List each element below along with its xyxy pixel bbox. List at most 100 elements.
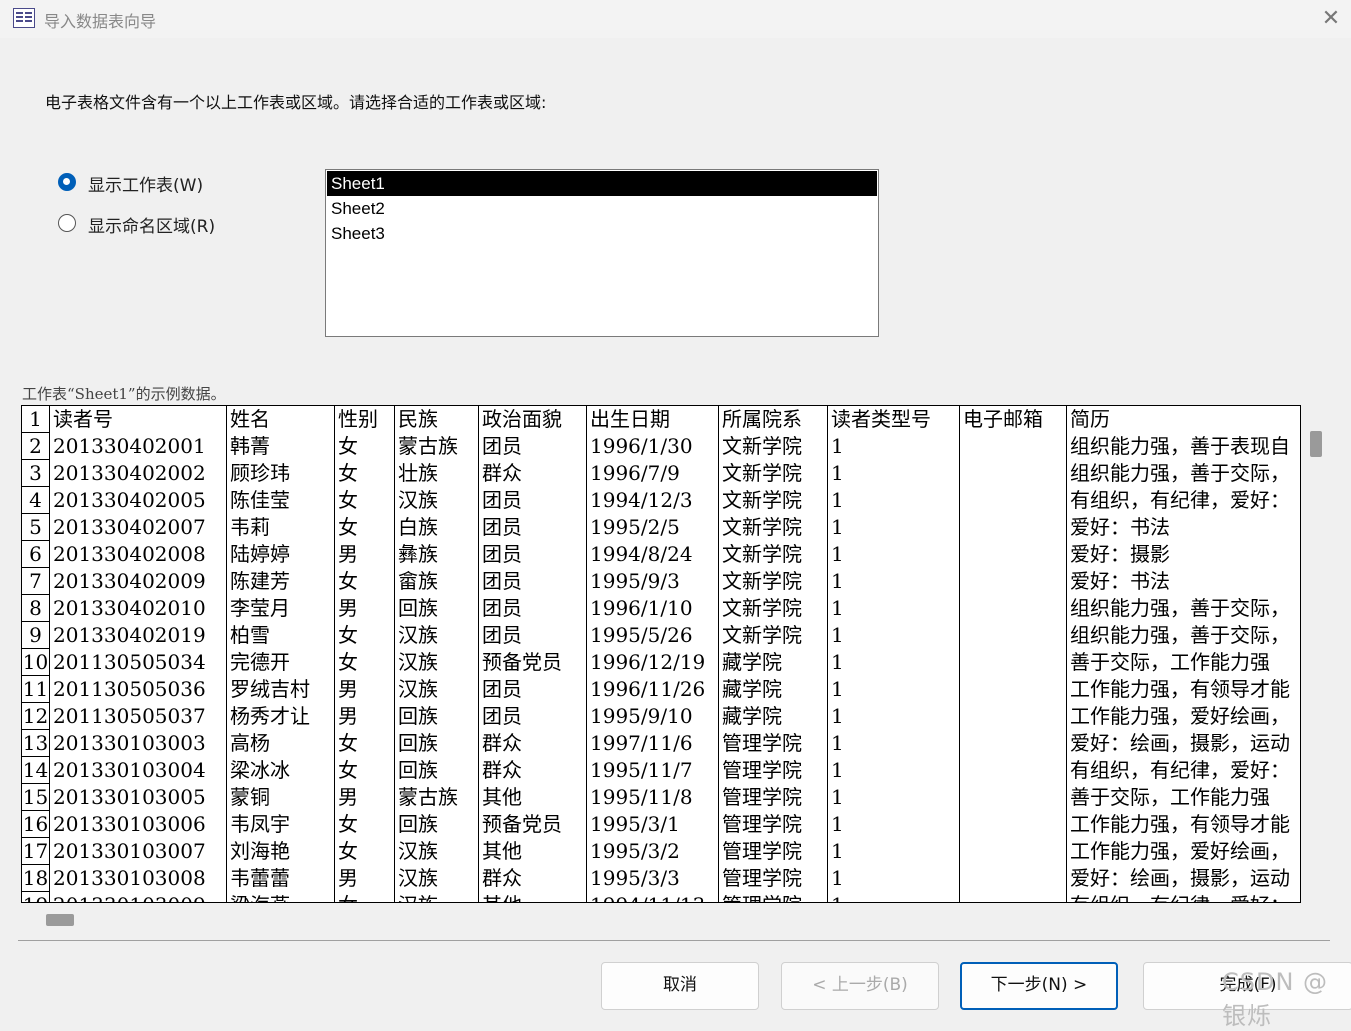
cell-reader-id: 201330103007 [53,839,206,863]
cell-resume: 工作能力强，有领导才能 [1070,677,1290,701]
cell-row-number: 8 [22,595,50,622]
cell-political-status: 团员 [482,596,522,620]
cell-name: 罗绒吉村 [230,677,310,701]
cell-gender: 男 [338,596,358,620]
cell-resume: 组织能力强，善于交际， [1070,623,1290,647]
radio-show-sheets[interactable]: 显示工作表(W) [58,171,238,196]
cell-birth-date: 1997/11/6 [590,731,693,755]
cell-resume: 善于交际，工作能力强 [1070,785,1270,809]
cell-political-status: 群众 [482,731,522,755]
cell-department: 藏学院 [722,704,782,728]
cell-row-number: 5 [22,514,50,541]
cell-name: 韩菁 [230,434,270,458]
cell-ethnicity: 回族 [398,704,438,728]
cell-reader-type: 1 [831,812,844,836]
cell-political-status: 团员 [482,677,522,701]
cell-reader-id: 201330402010 [53,596,206,620]
cell-name: 完德开 [230,650,290,674]
cell-row-number: 10 [22,649,50,676]
cell-email [960,649,1067,676]
cell-birth-date: 1996/1/30 [590,434,693,458]
cell-gender: 女 [338,758,358,782]
cell-birth-date: 1995/11/8 [590,785,693,809]
cell-reader-id: 201330402001 [53,434,206,458]
cell-gender: 女 [338,812,358,836]
cell-gender: 男 [338,677,358,701]
cell-birth-date: 1995/11/7 [590,758,693,782]
cell-resume: 有组织，有纪律，爱好： [1070,758,1290,782]
cell-birth-date: 1995/9/3 [590,569,680,593]
cancel-button[interactable]: 取消 [601,962,759,1010]
cell-department: 藏学院 [722,650,782,674]
cell-row-number: 7 [22,568,50,595]
title-bar: 导入数据表向导 ✕ [0,0,1351,38]
horizontal-scrollbar-thumb[interactable] [46,914,74,926]
cell-name: 蒙铜 [230,785,270,809]
cell-email [960,838,1067,865]
column-divider [478,406,479,902]
cell-name: 韦蕾蕾 [230,866,290,890]
sheet-listbox[interactable]: Sheet1 Sheet2 Sheet3 [325,169,879,337]
cell-political-status: 团员 [482,515,522,539]
cell-gender: 女 [338,515,358,539]
sample-data-grid[interactable]: 1 读者号 姓名 性别 民族 政治面貌 出生日期 所属院系 读者类型号 电子邮箱 简历 2 201330… [21,405,1301,903]
vertical-scrollbar-thumb[interactable] [1310,431,1322,457]
cell-gender: 男 [338,785,358,809]
cell-ethnicity: 汉族 [398,839,438,863]
next-button[interactable]: 下一步(N) > [960,962,1118,1010]
cell-name: 陈佳莹 [230,488,290,512]
cell-department: 管理学院 [722,758,802,782]
sheet-item-sheet3[interactable]: Sheet3 [327,221,877,246]
window-title: 导入数据表向导 [44,12,157,31]
cell-gender: 男 [338,704,358,728]
sheet-item-sheet1[interactable]: Sheet1 [327,171,877,196]
cell-row-number: 3 [22,460,50,487]
cell-reader-type: 1 [831,758,844,782]
cell-ethnicity: 白族 [398,515,438,539]
cell-ethnicity: 回族 [398,596,438,620]
cell-reader-type: 1 [831,515,844,539]
cell-reader-type: 1 [831,542,844,566]
column-divider [394,406,395,902]
close-icon[interactable]: ✕ [1314,2,1348,36]
cell-ethnicity: 民族 [398,407,438,431]
cell-political-status: 团员 [482,704,522,728]
cell-resume: 爱好：绘画，摄影，运动 [1070,731,1290,755]
cell-reader-id: 201130505036 [53,677,206,701]
cell-political-status: 群众 [482,758,522,782]
cell-reader-id: 201330103006 [53,812,206,836]
sample-data-label: 工作表“Sheet1”的示例数据。 [22,385,226,403]
cell-email [960,784,1067,811]
cell-department: 文新学院 [722,461,802,485]
cell-reader-type: 1 [831,866,844,890]
cell-department: 文新学院 [722,488,802,512]
cell-ethnicity: 汉族 [398,488,438,512]
radio-unchecked-icon [58,214,76,232]
cell-gender: 女 [338,434,358,458]
cell-resume: 爱好：绘画，摄影，运动 [1070,866,1290,890]
cell-reader-type: 1 [831,785,844,809]
cell-resume: 爱好：书法 [1070,515,1170,539]
sheet-item-sheet2[interactable]: Sheet2 [327,196,877,221]
cell-reader-id: 201330402009 [53,569,206,593]
cell-reader-id: 201330402007 [53,515,206,539]
cell-resume: 工作能力强，爱好绘画， [1070,704,1290,728]
cell-gender: 女 [338,623,358,647]
instruction-text: 电子表格文件含有一个以上工作表或区域。请选择合适的工作表或区域: [45,93,547,112]
cell-resume: 组织能力强，善于交际， [1070,596,1290,620]
cell-birth-date: 1995/3/3 [590,866,680,890]
back-button[interactable]: < 上一步(B) [781,962,939,1010]
cell-name: 梁冰冰 [230,758,290,782]
cell-reader-id: 201330103004 [53,758,206,782]
cell-ethnicity: 回族 [398,812,438,836]
radio-show-named-ranges[interactable]: 显示命名区域(R) [58,212,238,237]
cell-department: 管理学院 [722,731,802,755]
cell-email [960,730,1067,757]
cell-gender: 女 [338,731,358,755]
cell-resume: 组织能力强，善于表现自 [1070,434,1290,458]
cell-row-number: 6 [22,541,50,568]
cell-name: 柏雪 [230,623,270,647]
cell-political-status: 团员 [482,488,522,512]
table-wizard-icon [13,8,35,28]
cell-birth-date: 1994/11/13 [587,892,719,902]
